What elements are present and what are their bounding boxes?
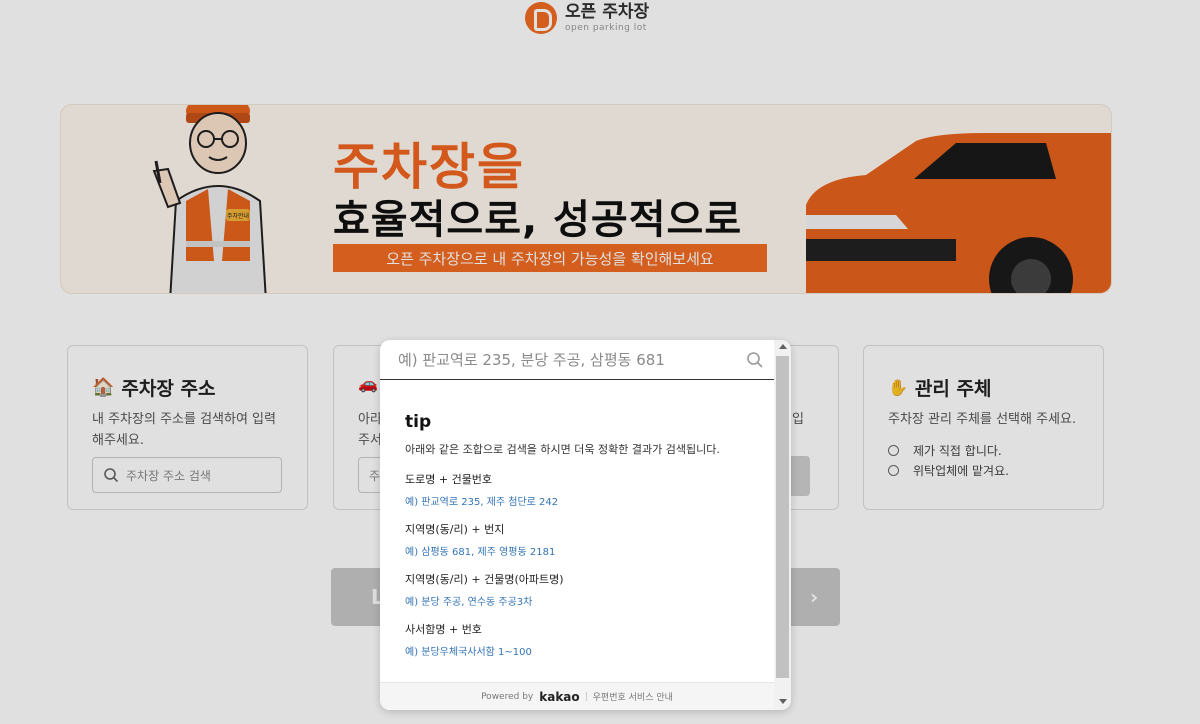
tip-description: 아래와 같은 조합으로 검색을 하시면 더욱 정확한 결과가 검색됩니다. xyxy=(405,443,720,456)
popup-search-input[interactable]: 예) 판교역로 235, 분당 주공, 삼평동 681 xyxy=(380,340,774,380)
popup-footer: Powered by kakao 우편번호 서비스 안내 xyxy=(380,682,774,710)
tip-group: 지역명(동/리) + 건물명(아파트명) 예) 분당 주공, 연수동 주공3차 xyxy=(405,571,755,608)
tip-label: 지역명(동/리) + 번지 xyxy=(405,523,505,536)
tip-example: 예) 삼평동 681, 제주 영평동 2181 xyxy=(405,547,556,558)
footer-divider xyxy=(585,692,587,701)
search-icon[interactable] xyxy=(746,351,764,369)
tip-group: 도로명 + 건물번호 예) 판교역로 235, 제주 첨단로 242 xyxy=(405,471,755,508)
tip-group: 사서함명 + 번호 예) 분당우체국사서함 1~100 xyxy=(405,621,755,658)
popup-search-placeholder: 예) 판교역로 235, 분당 주공, 삼평동 681 xyxy=(398,351,665,369)
tip-label: 도로명 + 건물번호 xyxy=(405,473,493,486)
search-tips: tip 아래와 같은 조합으로 검색을 하시면 더욱 정확한 결과가 검색됩니다… xyxy=(405,412,755,658)
powered-by-text: Powered by xyxy=(481,691,534,702)
tip-label: 지역명(동/리) + 건물명(아파트명) xyxy=(405,573,564,586)
scroll-thumb[interactable] xyxy=(776,356,789,678)
postcode-service-link[interactable]: 우편번호 서비스 안내 xyxy=(593,690,673,703)
address-search-popup: 예) 판교역로 235, 분당 주공, 삼평동 681 tip 아래와 같은 조… xyxy=(380,340,791,710)
popup-scrollbar[interactable] xyxy=(774,340,791,710)
kakao-logo[interactable]: kakao xyxy=(539,690,579,704)
tip-title: tip xyxy=(405,412,432,432)
tip-example: 예) 판교역로 235, 제주 첨단로 242 xyxy=(405,497,559,508)
tip-group: 지역명(동/리) + 번지 예) 삼평동 681, 제주 영평동 2181 xyxy=(405,521,755,558)
tip-example: 예) 분당 주공, 연수동 주공3차 xyxy=(405,597,533,608)
tip-example: 예) 분당우체국사서함 1~100 xyxy=(405,647,532,658)
scroll-up-icon[interactable] xyxy=(779,344,787,349)
scroll-down-icon[interactable] xyxy=(779,699,787,704)
tip-label: 사서함명 + 번호 xyxy=(405,623,482,636)
page: 오픈 주차장 open parking lot 주차안내 주차장을 효율적으로,… xyxy=(0,0,1200,724)
